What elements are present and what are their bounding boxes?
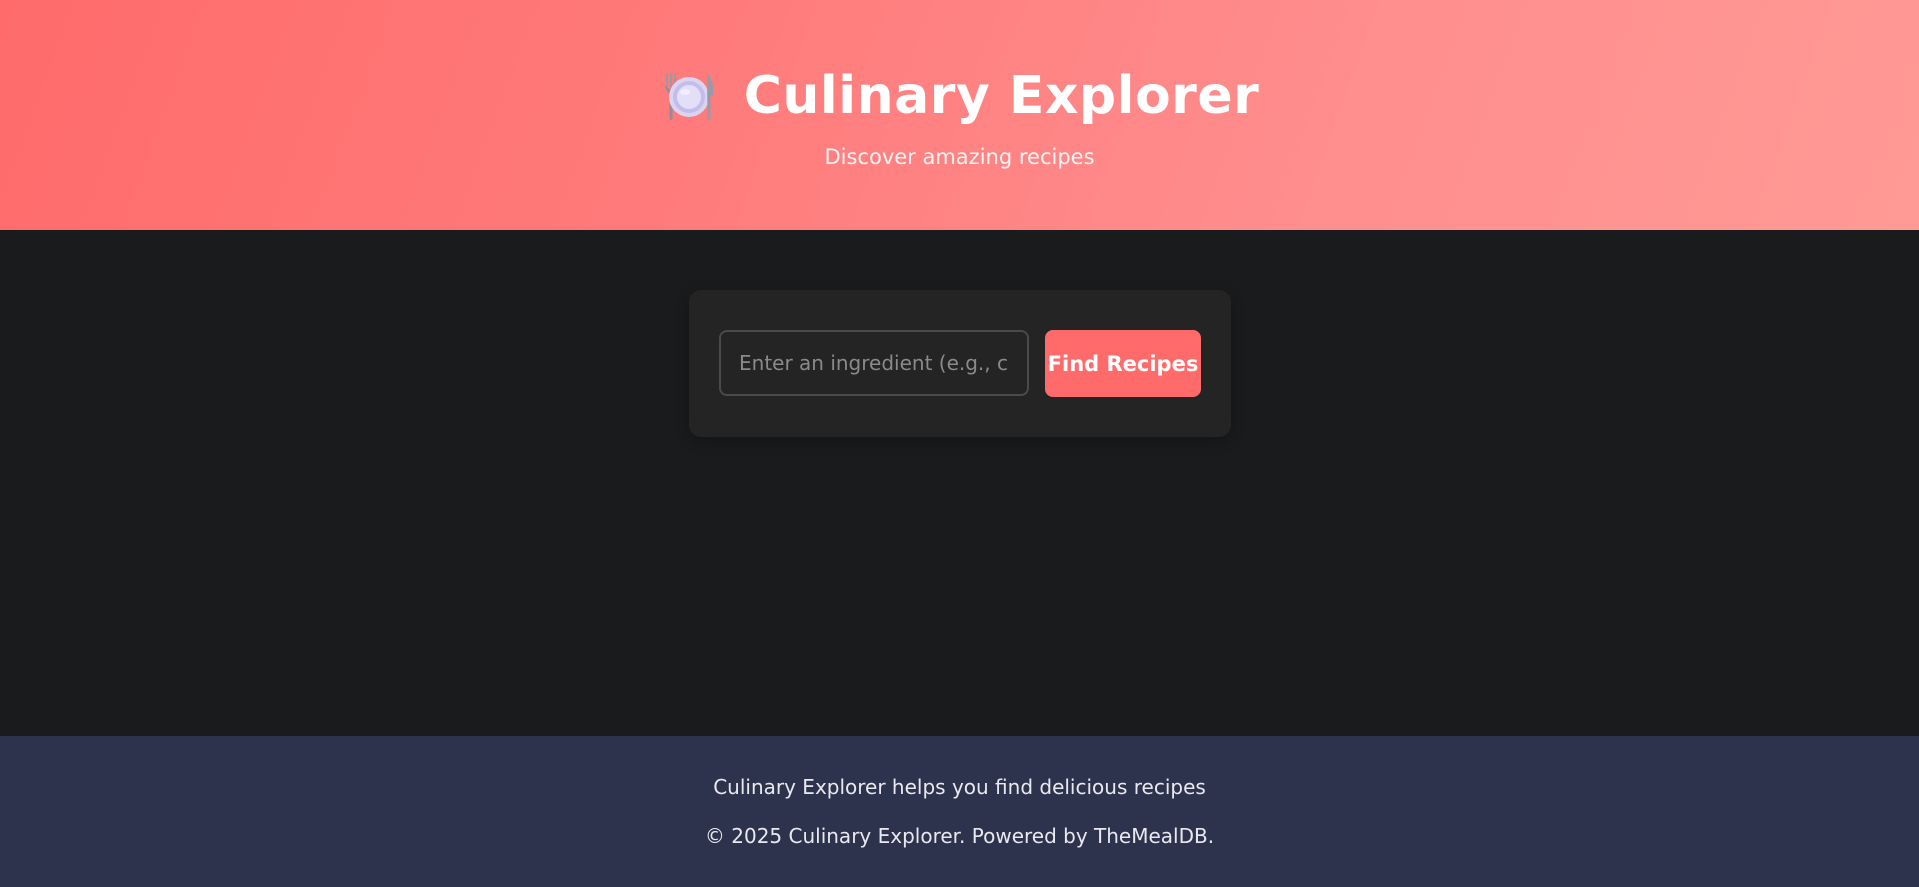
site-footer: Culinary Explorer helps you find delicio… bbox=[0, 736, 1919, 887]
title-row: Culinary Explorer bbox=[0, 66, 1919, 126]
search-card: Find Recipes bbox=[689, 290, 1231, 437]
footer-copyright: © 2025 Culinary Explorer. Powered by The… bbox=[704, 824, 1215, 848]
page-subtitle: Discover amazing recipes bbox=[824, 145, 1095, 169]
page-title: Culinary Explorer bbox=[743, 66, 1260, 126]
ingredient-search-input[interactable] bbox=[719, 330, 1029, 396]
site-header: Culinary Explorer Discover amazing recip… bbox=[0, 0, 1919, 230]
footer-tagline: Culinary Explorer helps you find delicio… bbox=[713, 775, 1206, 799]
find-recipes-button[interactable]: Find Recipes bbox=[1045, 330, 1201, 397]
plate-with-cutlery-icon bbox=[660, 69, 718, 123]
